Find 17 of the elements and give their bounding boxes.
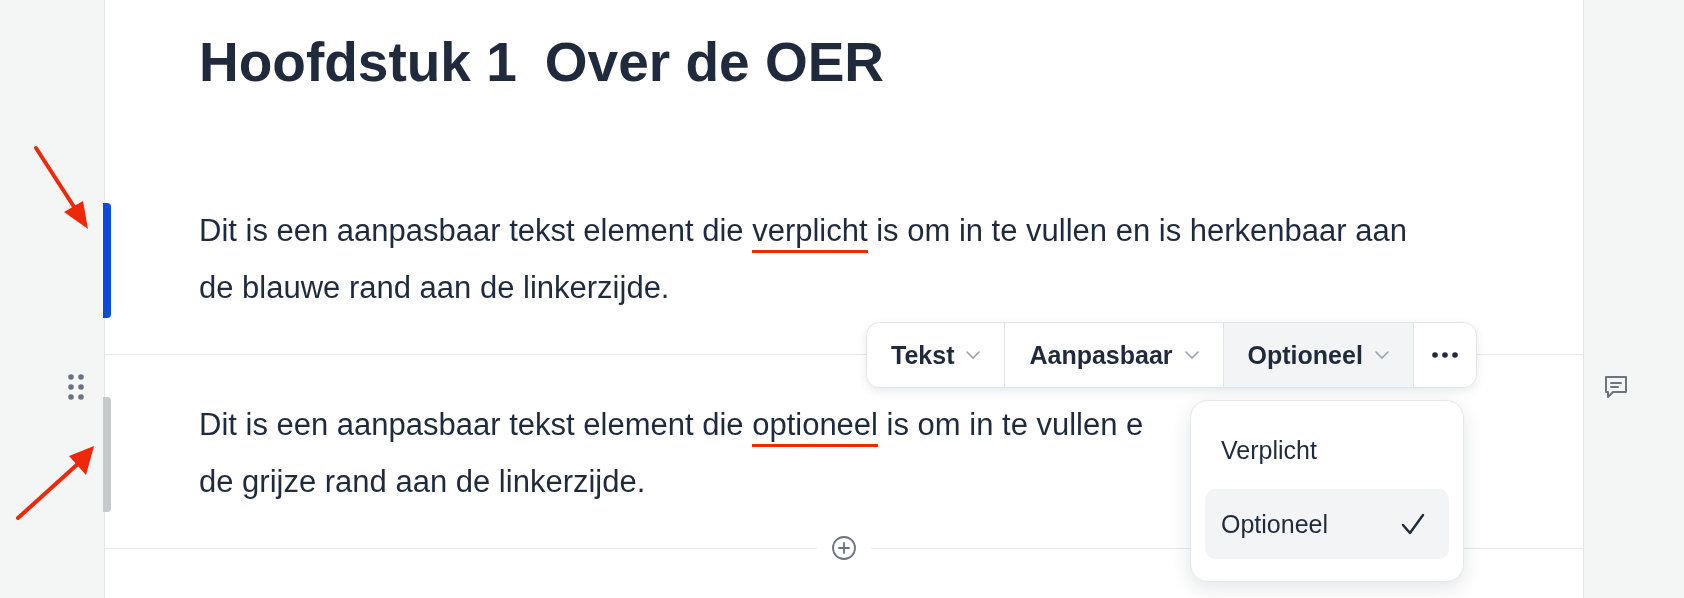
comment-icon[interactable]	[1602, 373, 1630, 401]
chapter-title: Over de OER	[544, 30, 885, 94]
paragraph[interactable]: Dit is een aanpasbaar tekst element die verplicht is om in te vullen en is herkenbaar aan de blauwe rand aan de linkerzijde.	[199, 202, 1489, 316]
menu-item[interactable]: Optioneel	[1205, 489, 1449, 559]
chapter-number: Hoofdstuk 1	[199, 30, 517, 94]
more-icon	[1431, 352, 1458, 358]
chevron-icon	[966, 351, 981, 359]
menu-item[interactable]: Verplicht	[1205, 415, 1449, 485]
chevron-icon	[1184, 351, 1199, 359]
more-button[interactable]	[1413, 323, 1476, 387]
toolbar-dropdown[interactable]: Aanpasbaar	[1005, 323, 1224, 387]
toolbar-dropdown[interactable]: Optioneel	[1223, 323, 1414, 387]
add-icon[interactable]	[831, 535, 857, 561]
check-icon	[1401, 513, 1425, 535]
toolbar-dropdown[interactable]: Tekst	[867, 323, 1006, 387]
chevron-icon	[1374, 351, 1389, 359]
drag-handle-icon[interactable]	[67, 373, 85, 401]
